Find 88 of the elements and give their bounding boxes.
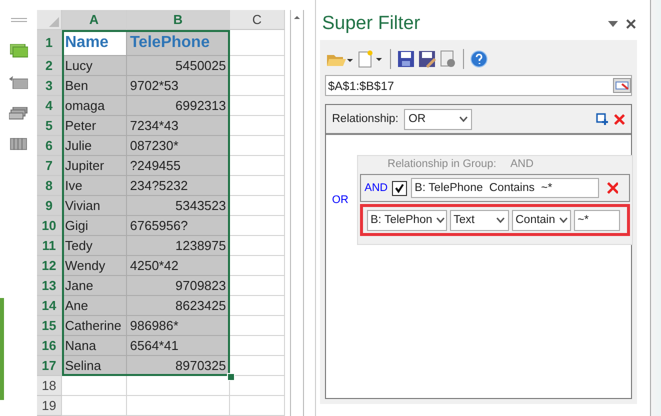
drag-handle-icon [10,18,26,22]
empty-cell [230,396,285,416]
row-header[interactable]: 7 [37,156,62,176]
caret-icon [436,217,446,223]
table-cell: Catherine [62,316,127,336]
table-cell: 1238975 [127,236,230,256]
table-cell: 087230* [127,136,230,156]
row-header[interactable]: 9 [37,196,62,216]
table-cell: Tedy [62,236,127,256]
column-dropdown[interactable]: B: TelePhon [366,210,446,230]
row-header[interactable]: 13 [37,276,62,296]
table-cell: Lucy [62,56,127,76]
relationship-label: Relationship: [332,113,398,125]
table-cell: 8623425 [127,296,230,316]
delete-icon[interactable] [606,182,618,194]
card-icon[interactable] [9,76,28,89]
operator-dropdown[interactable]: Contain [512,210,570,230]
row-header[interactable]: 1 [37,30,62,56]
column-header[interactable]: C [230,10,285,30]
condition-connector: AND [364,182,388,194]
table-cell: 5343523 [127,196,230,216]
table-cell: 9709823 [127,276,230,296]
range-select-icon[interactable] [613,78,631,93]
stack-icon[interactable] [9,107,28,120]
row-header[interactable]: 14 [37,296,62,316]
table-cell: Jupiter [62,156,127,176]
row-header[interactable]: 12 [37,256,62,276]
table-cell: Wendy [62,256,127,276]
panel-title: Super Filter [322,13,422,35]
row-header[interactable]: 11 [37,236,62,256]
table-cell: 6564*41 [127,336,230,356]
column-header[interactable]: B [127,10,230,30]
table-cell: 9702*53 [127,76,230,96]
table-cell: omaga [62,96,127,116]
condition-checkbox[interactable] [392,180,407,196]
table-cell: Jane [62,276,127,296]
table-cell: 4250*42 [127,256,230,276]
range-field[interactable]: $A$1:$B$17 [325,75,632,96]
collapse-handle[interactable] [0,298,4,400]
relationship-dropdown[interactable]: OR [404,108,472,130]
row-header[interactable]: 10 [37,216,62,236]
table-cell: TelePhone [127,30,230,56]
close-icon[interactable] [626,19,636,29]
table-cell: Vivian [62,196,127,216]
row-header[interactable]: 4 [37,96,62,116]
column-header[interactable]: A [62,10,127,30]
table-cell: Ane [62,296,127,316]
help-icon[interactable] [470,50,488,68]
row-header[interactable]: 15 [37,316,62,336]
caret-icon [559,217,568,223]
table-cell: Peter [62,116,127,136]
add-group-icon[interactable] [596,113,608,125]
caret-icon [496,217,504,223]
row-header[interactable]: 8 [37,176,62,196]
table-cell: 6992313 [127,96,230,116]
table-cell: Ive [62,176,127,196]
row-header[interactable]: 17 [37,356,62,376]
row-header[interactable]: 3 [37,76,62,96]
table-cell: Nana [62,336,127,356]
delete-icon[interactable] [614,114,625,124]
group-relationship-label: Relationship in Group: [388,158,496,172]
row-header[interactable]: 18 [37,376,62,396]
table-cell: Ben [62,76,127,96]
save-as-icon[interactable] [418,50,436,68]
save-icon[interactable] [397,50,415,68]
table-cell: 6765956? [127,216,230,236]
table-cell: 5450025 [127,56,230,76]
dropdown-arrow-icon[interactable] [608,21,618,27]
or-label: OR [332,194,348,206]
row-header[interactable]: 16 [37,336,62,356]
table-cell: 234?5232 [127,176,230,196]
table-cell: Julie [62,136,127,156]
type-dropdown[interactable]: Text [450,210,508,230]
caret-icon [459,116,468,122]
row-header[interactable]: 2 [37,56,62,76]
fill-handle[interactable] [227,373,235,381]
new-document-icon[interactable] [356,49,384,69]
table-cell: ?249455 [127,156,230,176]
row-header[interactable]: 19 [37,396,62,416]
value-field[interactable]: ~* [574,210,620,230]
table-cell: 7234*43 [127,116,230,136]
table-cell: 986986* [127,316,230,336]
row-header[interactable]: 5 [37,116,62,136]
sheets-icon[interactable] [10,44,28,58]
condition-field[interactable]: B: TelePhone Contains ~* [410,178,599,198]
row-header[interactable]: 6 [37,136,62,156]
group-relationship-value: AND [510,158,534,172]
table-cell: Gigi [62,216,127,236]
